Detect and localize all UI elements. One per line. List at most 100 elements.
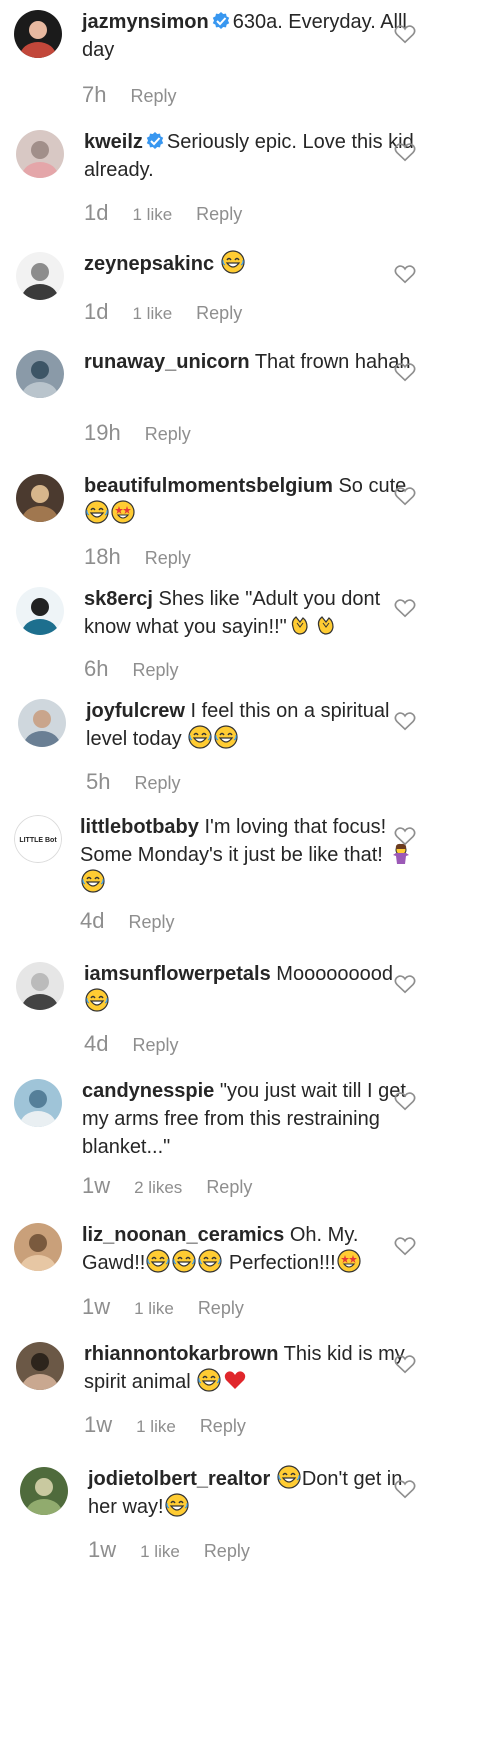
avatar[interactable] <box>16 350 64 398</box>
reply-button[interactable]: Reply <box>204 1541 250 1561</box>
comment-likes-count[interactable]: 2 likes <box>134 1178 182 1197</box>
heart-outline-icon[interactable] <box>394 974 416 994</box>
avatar[interactable] <box>14 1223 62 1271</box>
reply-button[interactable]: Reply <box>198 1298 244 1318</box>
tears-of-joy-emoji <box>221 250 245 274</box>
comment-meta: 4d Reply <box>80 908 175 934</box>
tears-of-joy-emoji <box>197 1368 221 1392</box>
heart-outline-icon[interactable] <box>394 24 416 44</box>
avatar[interactable] <box>18 699 66 747</box>
comment-body: iamsunflowerpetals Mooooooood <box>84 960 422 1016</box>
comment-text: That frown hahah <box>254 351 411 373</box>
heart-outline-icon[interactable] <box>394 1354 416 1374</box>
comment-timestamp[interactable]: 1d <box>84 200 108 225</box>
heart-outline-icon[interactable] <box>394 486 416 506</box>
verified-badge-icon <box>212 12 229 29</box>
comment-likes-count[interactable]: 1 like <box>134 1299 174 1318</box>
comment-timestamp[interactable]: 4d <box>84 1031 108 1056</box>
clapping-hands-emoji <box>317 616 334 635</box>
reply-button[interactable]: Reply <box>200 1416 246 1436</box>
comment-body: liz_noonan_ceramics Oh. My. Gawd!! Perfe… <box>82 1221 420 1277</box>
comment-body: jazmynsimon 630a. Everyday. Alll day <box>82 8 420 64</box>
comment-timestamp[interactable]: 7h <box>82 82 106 107</box>
avatar[interactable] <box>16 587 64 635</box>
avatar[interactable] <box>14 1079 62 1127</box>
comment-username[interactable]: iamsunflowerpetals <box>84 963 271 985</box>
comment-meta: 1w 1 like Reply <box>88 1537 250 1563</box>
comment-body: joyfulcrew I feel this on a spiritual le… <box>86 697 424 753</box>
comment-meta: 1w 1 like Reply <box>84 1412 246 1438</box>
tears-of-joy-emoji <box>85 500 109 524</box>
tears-of-joy-emoji <box>146 1249 170 1273</box>
comment-username[interactable]: jodietolbert_realtor <box>88 1468 270 1490</box>
heart-outline-icon[interactable] <box>394 1236 416 1256</box>
comment-timestamp[interactable]: 6h <box>84 656 108 681</box>
avatar[interactable] <box>16 962 64 1010</box>
reply-button[interactable]: Reply <box>128 912 174 932</box>
heart-outline-icon[interactable] <box>394 826 416 846</box>
avatar[interactable] <box>16 252 64 300</box>
reply-button[interactable]: Reply <box>196 303 242 323</box>
avatar[interactable] <box>16 130 64 178</box>
tears-of-joy-emoji <box>81 869 105 893</box>
comment-username[interactable]: kweilz <box>84 131 143 153</box>
comment-username[interactable]: rhiannontokarbrown <box>84 1343 278 1365</box>
comment-username[interactable]: littlebotbaby <box>80 816 199 838</box>
avatar[interactable]: LITTLE Bot <box>14 815 62 863</box>
comment-body: rhiannontokarbrown This kid is my spirit… <box>84 1340 422 1396</box>
avatar[interactable] <box>14 10 62 58</box>
avatar[interactable] <box>16 474 64 522</box>
clapping-hands-emoji <box>291 616 308 635</box>
comment-timestamp[interactable]: 4d <box>80 908 104 933</box>
comment-username[interactable]: jazmynsimon <box>82 11 209 33</box>
heart-outline-icon[interactable] <box>394 142 416 162</box>
heart-outline-icon[interactable] <box>394 711 416 731</box>
heart-outline-icon[interactable] <box>394 1479 416 1499</box>
tears-of-joy-emoji <box>198 1249 222 1273</box>
comment-timestamp[interactable]: 1w <box>82 1294 110 1319</box>
comment-timestamp[interactable]: 1w <box>82 1173 110 1198</box>
comment-timestamp[interactable]: 5h <box>86 769 110 794</box>
reply-button[interactable]: Reply <box>134 773 180 793</box>
heart-outline-icon[interactable] <box>394 264 416 284</box>
heart-outline-icon[interactable] <box>394 598 416 618</box>
reply-button[interactable]: Reply <box>132 1035 178 1055</box>
comment-username[interactable]: zeynepsakinc <box>84 253 214 275</box>
comment-likes-count[interactable]: 1 like <box>132 205 172 224</box>
avatar[interactable] <box>16 1342 64 1390</box>
comment-timestamp[interactable]: 19h <box>84 420 121 445</box>
comment-likes-count[interactable]: 1 like <box>136 1417 176 1436</box>
comment-username[interactable]: liz_noonan_ceramics <box>82 1224 284 1246</box>
comment-timestamp[interactable]: 1w <box>88 1537 116 1562</box>
comment-likes-count[interactable]: 1 like <box>132 304 172 323</box>
reply-button[interactable]: Reply <box>145 424 191 444</box>
tears-of-joy-emoji <box>85 988 109 1012</box>
heart-outline-icon[interactable] <box>394 1091 416 1111</box>
red-heart-emoji <box>225 1371 246 1389</box>
comment-username[interactable]: joyfulcrew <box>86 700 185 722</box>
reply-button[interactable]: Reply <box>145 548 191 568</box>
comment-likes-count[interactable]: 1 like <box>140 1542 180 1561</box>
reply-button[interactable]: Reply <box>132 660 178 680</box>
reply-button[interactable]: Reply <box>206 1177 252 1197</box>
comment-body: beautifulmomentsbelgium So cute <box>84 472 422 528</box>
comment-username[interactable]: runaway_unicorn <box>84 351 250 373</box>
comment-meta: 1w 2 likes Reply <box>82 1173 252 1199</box>
comment-body: jodietolbert_realtor Don't get in her wa… <box>88 1465 426 1521</box>
tears-of-joy-emoji <box>277 1465 301 1489</box>
comment-meta: 6h Reply <box>84 656 179 682</box>
comment-body: kweilz Seriously epic. Love this kid alre… <box>84 128 422 184</box>
comment-body: littlebotbaby I'm loving that focus! Som… <box>80 813 418 897</box>
comment-username[interactable]: sk8ercj <box>84 588 153 610</box>
comment-timestamp[interactable]: 1d <box>84 299 108 324</box>
reply-button[interactable]: Reply <box>130 86 176 106</box>
comment-timestamp[interactable]: 1w <box>84 1412 112 1437</box>
star-struck-emoji <box>337 1249 361 1273</box>
heart-outline-icon[interactable] <box>394 362 416 382</box>
comment-username[interactable]: candynesspie <box>82 1080 214 1102</box>
reply-button[interactable]: Reply <box>196 204 242 224</box>
comment-username[interactable]: beautifulmomentsbelgium <box>84 475 333 497</box>
avatar[interactable] <box>20 1467 68 1515</box>
avatar-logo-text: LITTLE Bot <box>19 837 57 844</box>
comment-timestamp[interactable]: 18h <box>84 544 121 569</box>
